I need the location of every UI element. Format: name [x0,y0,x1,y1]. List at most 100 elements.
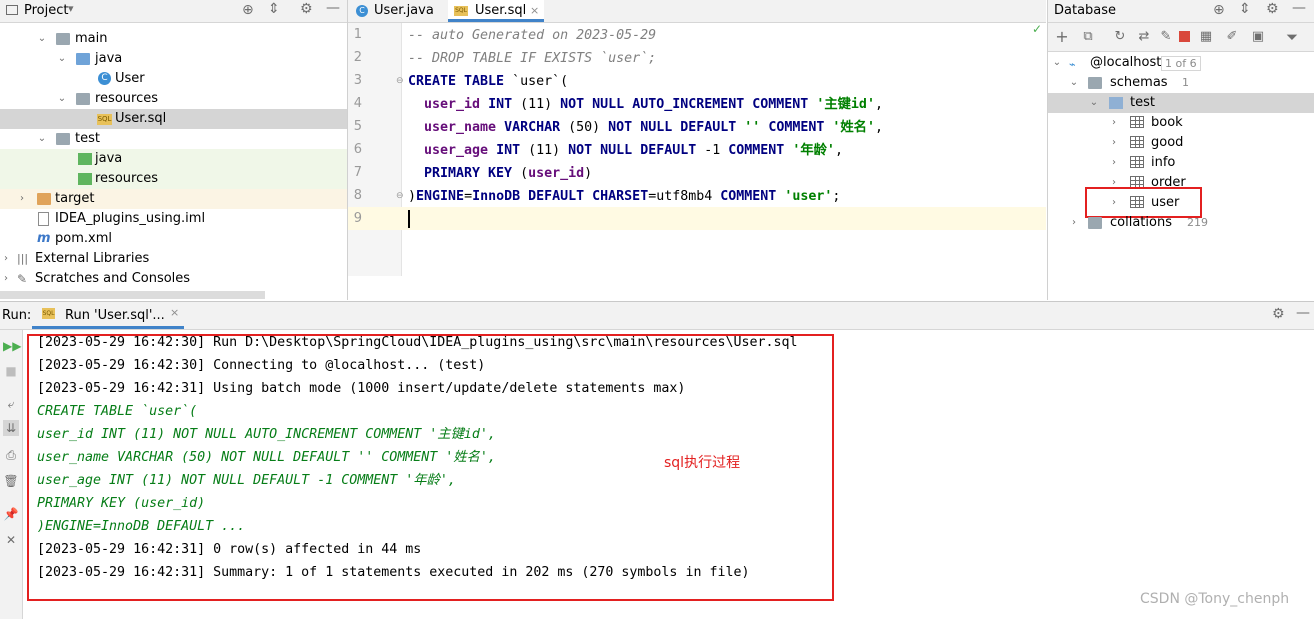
chevron-down-icon[interactable]: ⌄ [56,89,68,109]
tree-item-target[interactable]: › target [0,189,347,209]
tree-item-java[interactable]: ⌄ java [0,49,347,69]
stop-icon[interactable] [1179,31,1190,42]
code-line-8: )ENGINE=InnoDB DEFAULT CHARSET=utf8mb4 C… [408,189,841,204]
close-icon[interactable]: × [170,306,179,319]
add-icon[interactable]: + [1054,29,1070,45]
tree-label: resources [95,91,159,106]
collapse-icon[interactable]: ⇕ [1239,1,1251,17]
tab-run-user-sql[interactable]: SQL Run 'User.sql'... × [32,302,184,329]
minimize-icon[interactable]: — [1292,0,1306,16]
edit-icon[interactable]: ✎ [1158,29,1174,45]
tree-item-main[interactable]: ⌄ main [0,29,347,49]
refresh-icon[interactable]: ↻ [1112,29,1128,45]
tree-item-user-class[interactable]: C User [0,69,347,89]
chevron-right-icon[interactable]: › [1108,133,1120,153]
db-host[interactable]: ⌄ ⌁ @localhost 1 of 6 [1048,53,1314,73]
db-table-book[interactable]: › book [1048,113,1314,133]
chevron-right-icon[interactable]: › [1108,113,1120,133]
collations-count: 219 [1187,216,1208,229]
table-icon [1130,116,1144,128]
maven-icon: m [37,231,51,246]
pencil-icon[interactable]: ✐ [1224,29,1240,45]
table-label: good [1151,135,1184,150]
fold-icon[interactable]: ⊖ [396,76,404,86]
minimize-icon[interactable]: — [1296,305,1310,321]
db-table-good[interactable]: › good [1048,133,1314,153]
tree-item-test[interactable]: ⌄ test [0,129,347,149]
locate-icon[interactable]: ⊕ [1213,2,1225,18]
fold-end-icon[interactable]: ⊖ [396,191,404,201]
project-panel: Project ▾ ⊕ ⇕ ⚙ — ⌄ main ⌄ java C User ⌄… [0,0,348,300]
tree-label: User [115,71,145,86]
tree-item-test-resources[interactable]: resources [0,169,347,189]
gear-icon[interactable]: ⚙ [1272,306,1285,322]
check-icon: ✓ [1032,22,1043,36]
tree-label: resources [95,171,159,186]
tree-label: target [55,191,95,206]
code-line-5: user_name VARCHAR (50) NOT NULL DEFAULT … [424,120,883,135]
chevron-right-icon[interactable]: › [1068,213,1080,233]
editor-panel: C User.java SQL User.sql × 1 2 3 4 5 6 7… [348,0,1046,300]
delete-icon[interactable]: 🗑 [3,473,19,489]
code-line-2: -- DROP TABLE IF EXISTS `user`; [408,51,657,66]
chevron-down-icon[interactable]: ▾ [68,2,74,15]
gear-icon[interactable]: ⚙ [1266,1,1279,17]
tree-item-iml[interactable]: IDEA_plugins_using.iml [0,209,347,229]
db-collations[interactable]: › collations 219 [1048,213,1314,233]
host-badge[interactable]: 1 of 6 [1161,56,1201,71]
minimize-icon[interactable]: — [326,0,340,16]
tree-item-pom[interactable]: m pom.xml [0,229,347,249]
db-schemas[interactable]: ⌄ schemas 1 [1048,73,1314,93]
rerun-icon[interactable]: ▶▶ [3,338,21,354]
table-view-icon[interactable]: ▦ [1198,29,1214,45]
tree-item-scratches[interactable]: › ✎ Scratches and Consoles [0,269,347,289]
chevron-right-icon[interactable]: › [0,249,12,269]
chevron-down-icon[interactable]: ⌄ [1088,93,1100,113]
current-line-highlight [348,207,1046,230]
chevron-right-icon[interactable]: › [0,269,12,289]
chevron-right-icon[interactable]: › [16,189,28,209]
locate-icon[interactable]: ⊕ [242,2,254,18]
chevron-down-icon[interactable]: ⌄ [36,29,48,49]
gear-icon[interactable]: ⚙ [300,1,313,17]
project-view-icon[interactable] [6,5,18,15]
soft-wrap-icon[interactable]: ⤶ [3,396,19,412]
scroll-to-end-icon[interactable]: ⇊ [3,420,19,436]
filter-icon[interactable]: ⏷ [1284,29,1300,45]
horizontal-scrollbar[interactable] [0,291,265,299]
editor-tabs: C User.java SQL User.sql × [348,0,1046,23]
run-side-toolbar: ▶▶ ■ ⤶ ⇊ ⎙ 🗑 📌 ✕ [0,330,23,619]
copy-icon[interactable]: ⧉ [1080,29,1096,45]
chevron-right-icon[interactable]: › [1108,153,1120,173]
line-number: 3 [353,73,362,88]
chevron-down-icon[interactable]: ⌄ [1051,53,1063,73]
chevron-down-icon[interactable]: ⌄ [36,129,48,149]
pin-icon[interactable]: 📌 [3,506,19,522]
tree-item-test-java[interactable]: java [0,149,347,169]
module-file-icon [38,212,49,226]
folder-icon [56,33,70,45]
collapse-icon[interactable]: ⇕ [268,1,280,17]
close-icon[interactable]: × [530,0,539,22]
tree-item-user-sql[interactable]: SQL User.sql [0,109,347,129]
tab-user-sql[interactable]: SQL User.sql × [448,0,544,22]
class-icon: C [98,72,111,85]
print-icon[interactable]: ⎙ [3,447,19,463]
db-schema-test[interactable]: ⌄ test [1048,93,1314,113]
project-title[interactable]: Project [24,3,68,18]
code-line-4: user_id INT (11) NOT NULL AUTO_INCREMENT… [424,97,883,112]
code-line-3: CREATE TABLE `user`( [408,74,569,89]
tree-item-external-libraries[interactable]: › ||| External Libraries [0,249,347,269]
stop-icon[interactable]: ■ [3,363,19,379]
line-number: 7 [353,165,362,180]
db-table-info[interactable]: › info [1048,153,1314,173]
source-folder-icon [76,53,90,65]
run-panel: Run: SQL Run 'User.sql'... × ⚙ — ▶▶ ■ ⤶ … [0,301,1314,619]
close-icon[interactable]: ✕ [3,532,19,548]
tree-item-resources[interactable]: ⌄ resources [0,89,347,109]
console-icon[interactable]: ▣ [1250,29,1266,45]
sync-icon[interactable]: ⇄ [1136,29,1152,45]
chevron-down-icon[interactable]: ⌄ [1068,73,1080,93]
chevron-down-icon[interactable]: ⌄ [56,49,68,69]
line-number: 8 [353,188,362,203]
